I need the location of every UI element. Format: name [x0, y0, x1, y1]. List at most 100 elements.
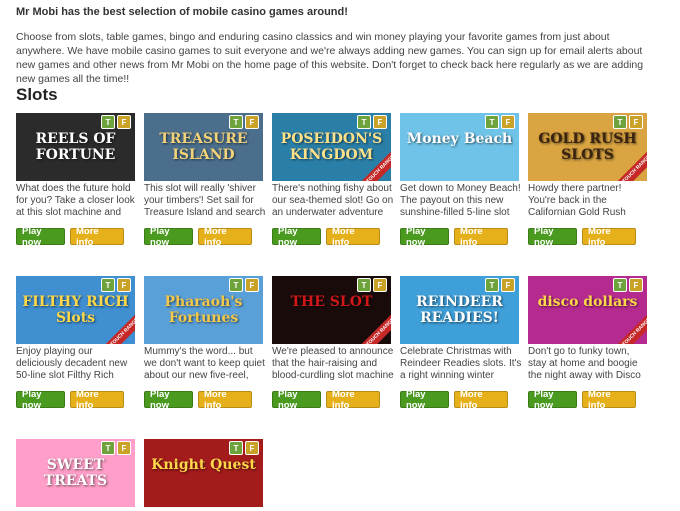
badge-t-icon: T: [357, 115, 371, 129]
game-description: Howdy there partner! You're back in the …: [528, 183, 626, 218]
game-logo-text: disco dollars: [537, 294, 638, 310]
more-info-button[interactable]: More info: [454, 226, 508, 248]
badge-f-icon: F: [629, 115, 643, 129]
game-card: SWEET TREATS T F: [16, 439, 136, 507]
section-title-slots: Slots: [16, 85, 58, 104]
play-now-button[interactable]: Play now: [400, 226, 449, 248]
more-info-button[interactable]: More info: [582, 389, 636, 411]
game-card: POSEIDON'S KINGDOM T F TOUCH RANGE There's n…: [272, 113, 394, 248]
game-logo-text: POSEIDON'S KINGDOM: [280, 131, 383, 163]
game-thumbnail[interactable]: Knight Quest T F: [144, 439, 263, 507]
badge-f-icon: F: [373, 278, 387, 292]
game-description: Mummy's the word... but we don't want to…: [144, 346, 265, 381]
more-info-button[interactable]: More info: [582, 226, 636, 248]
compat-badges: TF: [229, 278, 259, 292]
play-now-button[interactable]: Play now: [144, 389, 193, 411]
badge-f-icon: F: [245, 441, 259, 455]
game-logo-text: REELS OF FORTUNE: [35, 131, 116, 163]
play-now-button[interactable]: Play now: [144, 226, 193, 248]
game-logo-text: REINDEER READIES!: [416, 294, 503, 326]
play-now-button[interactable]: Play now: [272, 226, 321, 248]
compat-badges: TF: [229, 441, 259, 455]
badge-f-icon: F: [629, 278, 643, 292]
game-card: Pharaoh's Fortunes T F Mummy's the word... …: [144, 276, 265, 411]
badge-t-icon: T: [101, 278, 115, 292]
compat-badges: TF: [613, 115, 643, 129]
game-logo-text: Knight Quest: [151, 457, 256, 473]
badge-f-icon: F: [245, 115, 259, 129]
compat-badges: TF: [101, 441, 131, 455]
more-info-button[interactable]: More info: [326, 226, 380, 248]
game-thumbnail[interactable]: POSEIDON'S KINGDOM T F TOUCH RANGE: [272, 113, 391, 181]
badge-t-icon: T: [485, 278, 499, 292]
more-info-button[interactable]: More info: [454, 389, 508, 411]
more-info-button[interactable]: More info: [198, 226, 252, 248]
game-thumbnail[interactable]: SWEET TREATS T F: [16, 439, 135, 507]
game-logo-text: TREASURE ISLAND: [159, 131, 248, 163]
touch-ribbon: TOUCH RANGE: [360, 311, 391, 344]
game-description: Enjoy playing our deliciously decadent n…: [16, 346, 128, 381]
badge-f-icon: F: [117, 115, 131, 129]
game-description: What does the future hold for you? Take …: [16, 183, 135, 218]
badge-f-icon: F: [117, 441, 131, 455]
game-description: Celebrate Christmas with Reindeer Readie…: [400, 346, 522, 381]
play-now-button[interactable]: Play now: [272, 389, 321, 411]
game-card: REELS OF FORTUNE T F What does the future h…: [16, 113, 136, 248]
more-info-button[interactable]: More info: [326, 389, 380, 411]
game-thumbnail[interactable]: Pharaoh's Fortunes T F: [144, 276, 263, 344]
game-description: Don't go to funky town, stay at home and…: [528, 346, 641, 381]
game-card: THE SLOT T F TOUCH RANGE We're pleased to an…: [272, 276, 394, 411]
more-info-button[interactable]: More info: [70, 389, 124, 411]
game-card: Money Beach T F Get down to Money Beach! Th…: [400, 113, 521, 248]
game-description: There's nothing fishy about our sea-them…: [272, 183, 394, 218]
compat-badges: TF: [101, 115, 131, 129]
game-logo-text: Pharaoh's Fortunes: [164, 294, 243, 326]
game-thumbnail[interactable]: REINDEER READIES! T F: [400, 276, 519, 344]
compat-badges: TF: [101, 278, 131, 292]
play-now-button[interactable]: Play now: [400, 389, 449, 411]
play-now-button[interactable]: Play now: [16, 389, 65, 411]
game-card: REINDEER READIES! T F Celebrate Christmas w…: [400, 276, 522, 411]
touch-ribbon: TOUCH RANGE: [616, 311, 647, 344]
game-card: GOLD RUSH SLOTS T F TOUCH RANGE Howdy there …: [528, 113, 648, 248]
game-thumbnail[interactable]: GOLD RUSH SLOTS T F TOUCH RANGE: [528, 113, 647, 181]
game-description: We're pleased to announce that the hair-…: [272, 346, 394, 381]
game-logo-text: FILTHY RICH Slots: [22, 294, 129, 326]
badge-t-icon: T: [229, 115, 243, 129]
game-thumbnail[interactable]: THE SLOT T F TOUCH RANGE: [272, 276, 391, 344]
intro-title: Mr Mobi has the best selection of mobile…: [16, 6, 348, 18]
badge-t-icon: T: [613, 278, 627, 292]
game-thumbnail[interactable]: disco dollars T F TOUCH RANGE: [528, 276, 647, 344]
game-logo-text: Money Beach: [406, 131, 513, 147]
play-now-button[interactable]: Play now: [528, 389, 577, 411]
compat-badges: TF: [613, 278, 643, 292]
more-info-button[interactable]: More info: [70, 226, 124, 248]
badge-t-icon: T: [485, 115, 499, 129]
game-thumbnail[interactable]: FILTHY RICH Slots T F TOUCH RANGE: [16, 276, 135, 344]
badge-f-icon: F: [373, 115, 387, 129]
badge-f-icon: F: [245, 278, 259, 292]
badge-t-icon: T: [357, 278, 371, 292]
game-thumbnail[interactable]: REELS OF FORTUNE T F: [16, 113, 135, 181]
game-thumbnail[interactable]: TREASURE ISLAND T F: [144, 113, 263, 181]
badge-f-icon: F: [501, 278, 515, 292]
game-logo-text: SWEET TREATS: [43, 457, 108, 489]
badge-t-icon: T: [101, 441, 115, 455]
badge-f-icon: F: [501, 115, 515, 129]
play-now-button[interactable]: Play now: [16, 226, 65, 248]
compat-badges: TF: [229, 115, 259, 129]
compat-badges: TF: [357, 278, 387, 292]
game-thumbnail[interactable]: Money Beach T F: [400, 113, 519, 181]
game-card: TREASURE ISLAND T F This slot will really '…: [144, 113, 266, 248]
game-description: This slot will really 'shiver your timbe…: [144, 183, 266, 218]
compat-badges: TF: [357, 115, 387, 129]
game-card: Knight Quest T F: [144, 439, 264, 507]
play-now-button[interactable]: Play now: [528, 226, 577, 248]
badge-t-icon: T: [101, 115, 115, 129]
badge-t-icon: T: [229, 278, 243, 292]
compat-badges: TF: [485, 115, 515, 129]
more-info-button[interactable]: More info: [198, 389, 252, 411]
game-logo-text: GOLD RUSH SLOTS: [538, 131, 637, 163]
badge-t-icon: T: [613, 115, 627, 129]
game-description: Get down to Money Beach! The payout on t…: [400, 183, 521, 218]
